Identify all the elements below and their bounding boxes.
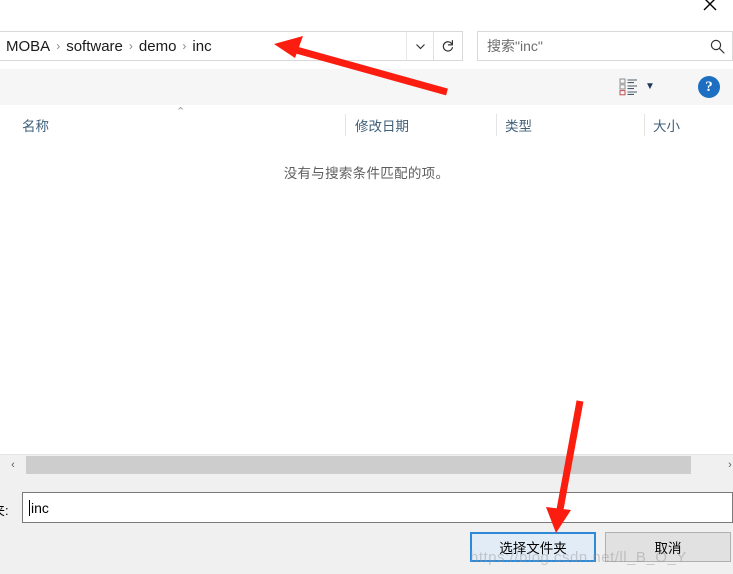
- column-header-type[interactable]: 类型: [505, 115, 532, 135]
- scroll-right-button[interactable]: ›: [719, 455, 733, 475]
- refresh-icon: [442, 40, 453, 52]
- breadcrumb-item-3[interactable]: inc: [187, 36, 216, 57]
- scroll-left-button[interactable]: ‹: [2, 455, 24, 475]
- folder-name-input[interactable]: inc: [22, 492, 733, 523]
- address-history-dropdown-button[interactable]: [406, 32, 433, 60]
- column-divider[interactable]: [496, 114, 497, 136]
- navigation-row: MOBA › software › demo › inc 搜索"inc": [0, 26, 733, 68]
- refresh-button[interactable]: [433, 32, 462, 60]
- help-icon: ?: [698, 76, 720, 98]
- breadcrumb-item-0[interactable]: MOBA: [1, 36, 55, 57]
- column-header-date-modified[interactable]: 修改日期: [355, 115, 409, 135]
- column-divider[interactable]: [345, 114, 346, 136]
- folder-name-value: inc: [31, 499, 49, 516]
- close-button[interactable]: [687, 0, 733, 20]
- breadcrumb-item-1[interactable]: software: [61, 36, 128, 57]
- column-header-row: ⌃ 名称 修改日期 类型 大小: [0, 105, 733, 143]
- close-icon: [703, 0, 717, 11]
- sort-ascending-icon: ⌃: [176, 106, 186, 118]
- breadcrumb: MOBA › software › demo › inc: [0, 36, 406, 57]
- search-box[interactable]: 搜索"inc": [477, 31, 733, 61]
- folder-field-label: 夹:: [0, 503, 9, 518]
- search-icon: [702, 32, 732, 60]
- toolbar: ▼ ?: [0, 69, 733, 106]
- column-header-size[interactable]: 大小: [653, 115, 680, 135]
- chevron-down-icon: [415, 43, 425, 49]
- column-header-name[interactable]: 名称: [22, 115, 49, 135]
- cancel-button[interactable]: 取消: [605, 532, 731, 562]
- horizontal-scrollbar[interactable]: ‹ ›: [0, 454, 733, 475]
- search-input[interactable]: 搜索"inc": [478, 36, 702, 56]
- list-view-icon: [619, 78, 637, 96]
- select-folder-button[interactable]: 选择文件夹: [470, 532, 596, 562]
- view-options-caret: ▼: [645, 81, 655, 92]
- address-bar[interactable]: MOBA › software › demo › inc: [0, 31, 463, 61]
- file-list[interactable]: 没有与搜索条件匹配的项。: [0, 142, 733, 454]
- scrollbar-thumb[interactable]: [26, 456, 691, 474]
- help-button[interactable]: ?: [695, 73, 723, 101]
- title-bar: [0, 0, 733, 26]
- breadcrumb-item-2[interactable]: demo: [134, 36, 182, 57]
- empty-state-message: 没有与搜索条件匹配的项。: [283, 166, 450, 181]
- column-divider[interactable]: [644, 114, 645, 136]
- view-options-button[interactable]: ▼: [619, 75, 671, 99]
